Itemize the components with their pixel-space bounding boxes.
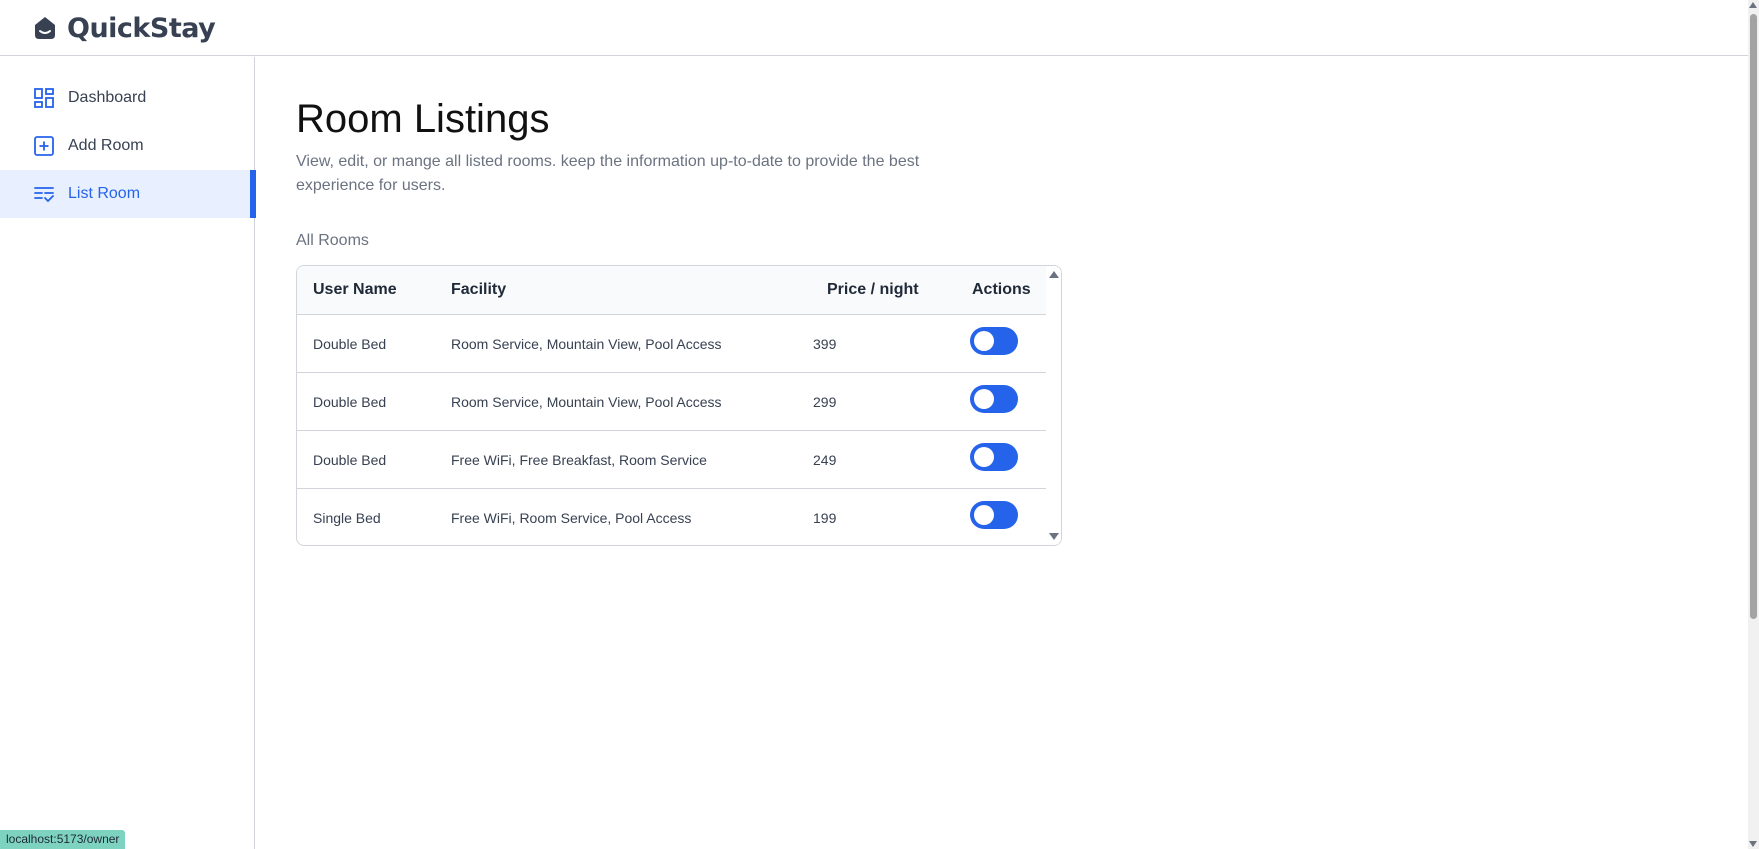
column-header-user-name: User Name <box>313 281 397 298</box>
column-header-actions: Actions <box>972 281 1031 298</box>
logo-icon <box>31 14 59 42</box>
room-type: Double Bed <box>313 452 387 468</box>
status-bar-url: localhost:5173/owner <box>0 830 126 849</box>
page-scrollbar[interactable] <box>1748 0 1759 849</box>
toggle-knob <box>974 505 994 525</box>
sidebar-item-add-room[interactable]: Add Room <box>0 122 255 170</box>
table-row: Double Bed Free WiFi, Free Breakfast, Ro… <box>297 431 1048 489</box>
top-navbar: QuickStay <box>0 0 1748 56</box>
availability-toggle[interactable] <box>970 385 1018 413</box>
room-price: 299 <box>813 394 837 410</box>
room-type: Double Bed <box>313 394 387 410</box>
list-icon <box>33 183 55 205</box>
room-price: 199 <box>813 510 837 526</box>
room-price: 249 <box>813 452 837 468</box>
scroll-down-arrow-icon[interactable] <box>1049 533 1059 540</box>
scroll-up-arrow-icon[interactable] <box>1049 271 1059 278</box>
availability-toggle[interactable] <box>970 501 1018 529</box>
table-row: Single Bed Free WiFi, Room Service, Pool… <box>297 489 1048 545</box>
table-row: Double Bed Room Service, Mountain View, … <box>297 373 1048 431</box>
table-row: Double Bed Room Service, Mountain View, … <box>297 315 1048 373</box>
scrollbar-thumb[interactable] <box>1750 14 1757 619</box>
page-title: Room Listings <box>296 97 550 141</box>
room-type: Single Bed <box>313 510 381 526</box>
scroll-down-arrow-icon[interactable] <box>1749 841 1757 847</box>
room-facility: Room Service, Mountain View, Pool Access <box>451 336 722 352</box>
app-name: QuickStay <box>67 12 216 44</box>
page-description: View, edit, or mange all listed rooms. k… <box>296 153 920 194</box>
sidebar: Dashboard Add Room List Room <box>0 57 256 849</box>
sidebar-item-label: Add Room <box>68 137 144 154</box>
dashboard-icon <box>33 87 55 109</box>
sidebar-item-list-room[interactable]: List Room <box>0 170 256 218</box>
availability-toggle[interactable] <box>970 443 1018 471</box>
toggle-knob <box>974 331 994 351</box>
sidebar-item-label: List Room <box>68 185 141 202</box>
table-header: User Name Facility Price / night Actions <box>297 266 1048 315</box>
column-header-facility: Facility <box>451 281 507 298</box>
toggle-knob <box>974 447 994 467</box>
sidebar-item-dashboard[interactable]: Dashboard <box>0 74 255 122</box>
app-logo[interactable]: QuickStay <box>31 10 216 46</box>
column-header-price: Price / night <box>827 281 919 298</box>
toggle-knob <box>974 389 994 409</box>
add-square-icon <box>33 135 55 157</box>
scroll-up-arrow-icon[interactable] <box>1749 2 1757 8</box>
room-facility: Free WiFi, Free Breakfast, Room Service <box>451 452 707 468</box>
section-label: All Rooms <box>296 232 369 249</box>
rooms-table: User Name Facility Price / night Actions… <box>296 265 1062 546</box>
room-facility: Free WiFi, Room Service, Pool Access <box>451 510 692 526</box>
availability-toggle[interactable] <box>970 327 1018 355</box>
room-price: 399 <box>813 336 837 352</box>
room-facility: Room Service, Mountain View, Pool Access <box>451 394 722 410</box>
sidebar-item-label: Dashboard <box>68 89 147 106</box>
active-indicator <box>250 170 256 218</box>
room-type: Double Bed <box>313 336 387 352</box>
table-scrollbar[interactable] <box>1046 266 1061 545</box>
